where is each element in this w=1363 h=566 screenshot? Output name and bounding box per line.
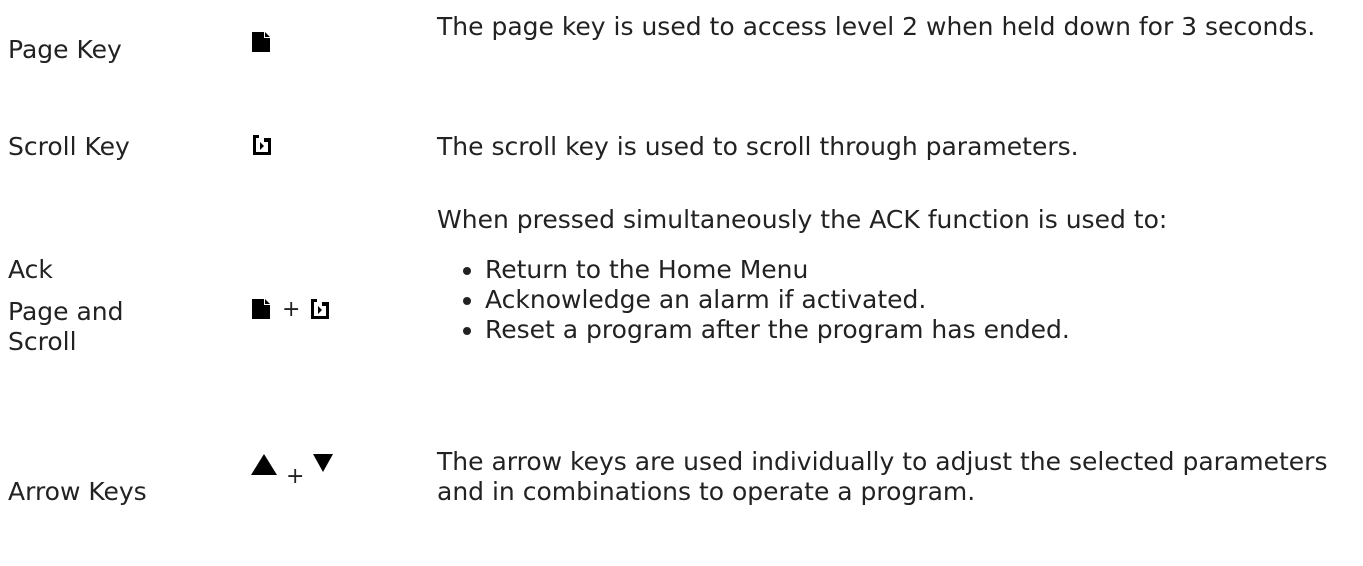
page-key-icon — [250, 297, 274, 321]
key-description: When pressed simultaneously the ACK func… — [437, 205, 1357, 345]
list-item: Acknowledge an alarm if activated. — [485, 285, 1357, 315]
arrow-down-icon — [312, 452, 334, 474]
key-description: The scroll key is used to scroll through… — [437, 132, 1079, 161]
key-symbol — [250, 133, 274, 157]
ack-intro: When pressed simultaneously the ACK func… — [437, 205, 1168, 234]
key-description: The page key is used to access level 2 w… — [437, 12, 1316, 41]
scroll-key-icon — [250, 133, 274, 157]
key-symbol: + — [250, 297, 332, 321]
scroll-key-icon — [308, 297, 332, 321]
key-name: Page Key — [8, 35, 122, 64]
list-item: Return to the Home Menu — [485, 255, 1357, 285]
key-symbol: + — [250, 452, 334, 488]
key-symbol — [250, 30, 274, 54]
plus-sign: + — [286, 464, 305, 489]
key-name: Scroll Key — [8, 132, 130, 161]
key-name-sub: Page and Scroll — [8, 297, 124, 356]
list-item: Reset a program after the program has en… — [485, 315, 1357, 345]
key-name: Ack — [8, 255, 53, 284]
key-description: The arrow keys are used individually to … — [437, 447, 1328, 506]
ack-function-list: Return to the Home Menu Acknowledge an a… — [437, 255, 1357, 345]
arrow-up-icon — [250, 452, 278, 476]
key-name: Arrow Keys — [8, 477, 147, 506]
page-key-icon — [250, 30, 274, 54]
plus-sign: + — [282, 297, 301, 322]
